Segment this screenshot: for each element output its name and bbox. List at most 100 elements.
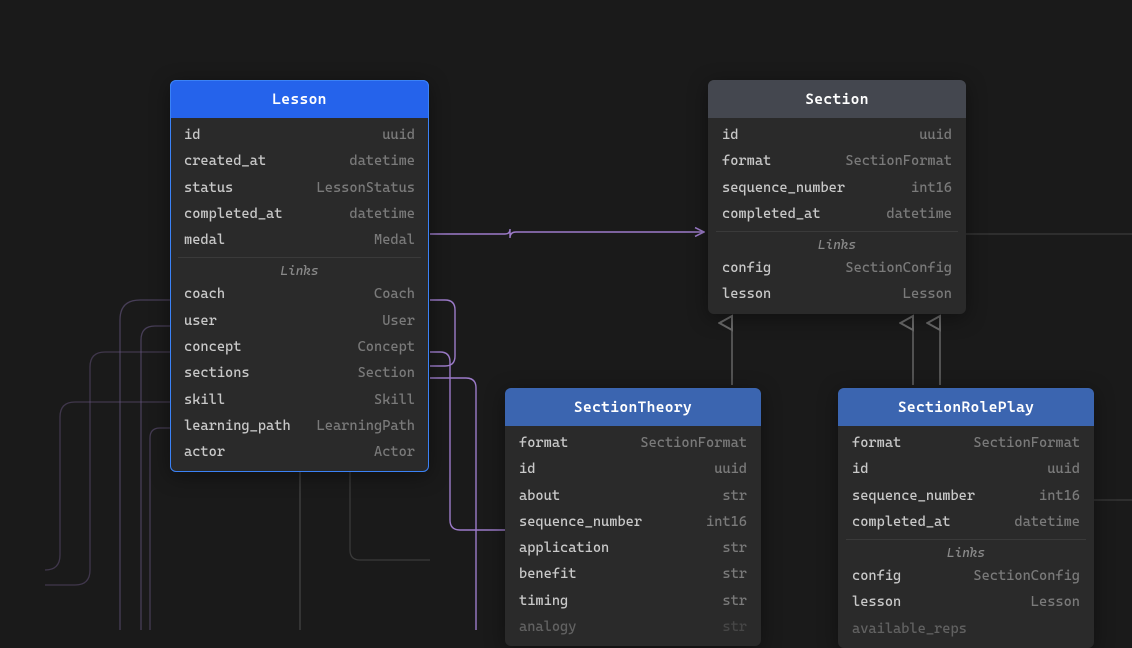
field-name: id [519,459,535,479]
link-name: learning_path [184,416,291,436]
entity-lesson-header[interactable]: Lesson [170,80,429,118]
field-name: completed_at [852,512,950,532]
field-type: uuid [382,125,415,145]
link-row[interactable]: coach Coach [170,281,429,307]
field-row[interactable]: id uuid [505,456,761,482]
field-row[interactable]: benefit str [505,561,761,587]
field-name: benefit [519,564,576,584]
field-name: format [722,151,771,171]
field-type: datetime [1014,512,1080,532]
link-name: user [184,311,217,331]
field-name: application [519,538,609,558]
link-row[interactable]: skill Skill [170,387,429,413]
field-type: int16 [911,178,952,198]
field-type: LessonStatus [317,178,415,198]
link-row[interactable]: learning_path LearningPath [170,413,429,439]
field-name: about [519,486,560,506]
link-type: Lesson [1031,592,1080,612]
link-type: Coach [374,284,415,304]
field-name: created_at [184,151,266,171]
field-row[interactable]: sequence_number int16 [505,509,761,535]
field-row[interactable]: sequence_numberint16 [708,175,966,201]
link-type: SectionConfig [973,566,1080,586]
field-row[interactable]: created_atdatetime [170,148,429,174]
field-type: SectionFormat [973,433,1080,453]
link-type: Actor [374,442,415,462]
field-type: str [722,538,747,558]
field-type: datetime [349,204,415,224]
entity-section-theory[interactable]: SectionTheory formatSectionFormat id uuid… [505,388,761,646]
field-row[interactable]: completed_at datetime [708,201,966,227]
field-name: format [852,433,901,453]
link-name: config [852,566,901,586]
link-name: concept [184,337,241,357]
field-type: SectionFormat [845,151,952,171]
field-name: sequence_number [852,486,975,506]
field-row[interactable]: statusLessonStatus [170,175,429,201]
link-row[interactable]: available_reps [838,616,1094,642]
link-type: Lesson [903,284,952,304]
field-row[interactable]: formatSectionFormat [505,430,761,456]
field-name: timing [519,591,568,611]
link-name: lesson [722,284,771,304]
diagram-canvas[interactable]: Lesson iduuid created_atdatetime statusL… [0,0,1132,630]
field-type: datetime [886,204,952,224]
link-row[interactable]: config SectionConfig [838,563,1094,589]
field-name: analogy [519,617,576,637]
entity-section-theory-header[interactable]: SectionTheory [505,388,761,426]
field-type: str [722,564,747,584]
link-type: User [382,311,415,331]
field-row[interactable]: analogy str [505,614,761,640]
link-name: available_reps [852,619,967,639]
link-row[interactable]: concept Concept [170,334,429,360]
entity-section-role-play[interactable]: SectionRolePlay format SectionFormat id uu… [838,388,1094,648]
link-name: sections [184,363,250,383]
link-row[interactable]: lesson Lesson [708,281,966,307]
entity-section-theory-body: formatSectionFormat id uuid about str sequ… [505,426,761,646]
field-row[interactable]: format SectionFormat [838,430,1094,456]
field-name: completed_at [722,204,820,224]
link-name: config [722,258,771,278]
field-row[interactable]: application str [505,535,761,561]
field-row[interactable]: id uuid [170,122,429,148]
field-name: id [852,459,868,479]
field-type: uuid [919,125,952,145]
entity-section-role-play-body: format SectionFormat id uuid sequence_numb… [838,426,1094,648]
field-row[interactable]: iduuid [708,122,966,148]
field-type: uuid [1047,459,1080,479]
link-type: Skill [374,390,415,410]
field-row[interactable]: timing str [505,588,761,614]
link-name: skill [184,390,225,410]
links-label: Links [178,257,421,279]
link-row[interactable]: actor Actor [170,439,429,465]
field-type: uuid [714,459,747,479]
link-row[interactable]: lessonLesson [838,589,1094,615]
link-name: coach [184,284,225,304]
field-type: int16 [706,512,747,532]
link-row[interactable]: user User [170,308,429,334]
field-row[interactable]: sequence_numberint16 [838,483,1094,509]
field-type: str [722,591,747,611]
entity-lesson-body: iduuid created_atdatetime statusLessonSt… [170,118,429,472]
entity-section-role-play-header[interactable]: SectionRolePlay [838,388,1094,426]
entity-lesson[interactable]: Lesson iduuid created_atdatetime statusL… [170,80,429,472]
field-row[interactable]: completed_atdatetime [170,201,429,227]
field-type: str [722,486,747,506]
link-type: LearningPath [317,416,415,436]
field-name: sequence_number [519,512,642,532]
link-row[interactable]: sectionsSection [170,360,429,386]
link-type: Concept [358,337,415,357]
field-type: SectionFormat [640,433,747,453]
field-type: Medal [374,230,415,250]
field-name: id [184,125,200,145]
entity-section-header[interactable]: Section [708,80,966,118]
field-row[interactable]: format SectionFormat [708,148,966,174]
field-type: str [722,617,747,637]
field-row[interactable]: medalMedal [170,227,429,253]
field-row[interactable]: completed_at datetime [838,509,1094,535]
link-row[interactable]: configSectionConfig [708,255,966,281]
field-row[interactable]: id uuid [838,456,1094,482]
field-row[interactable]: about str [505,483,761,509]
entity-section[interactable]: Section iduuid format SectionFormat seque… [708,80,966,314]
link-name: actor [184,442,225,462]
